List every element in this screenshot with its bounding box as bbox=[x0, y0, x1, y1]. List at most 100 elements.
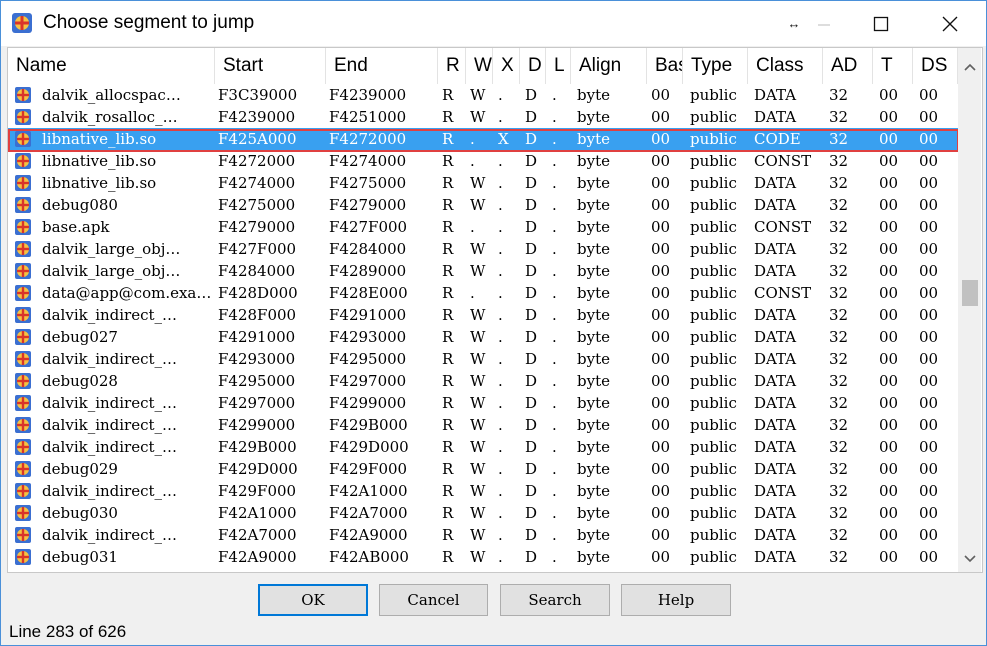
table-row[interactable]: debug027 F4291000 F4293000 R W. D. byte 00 publi… bbox=[8, 326, 958, 348]
table-row[interactable]: dalvik_indirect_… F429B000 F429D000 R W. D. by… bbox=[8, 436, 958, 458]
cell-w: W bbox=[470, 416, 486, 434]
column-header-start[interactable]: Start bbox=[215, 48, 326, 84]
cell-ad: 32 bbox=[829, 372, 849, 390]
table-row[interactable]: dalvik_large_obj… F4284000 F4289000 R W. D. by… bbox=[8, 260, 958, 282]
close-button[interactable] bbox=[927, 1, 973, 46]
ok-button[interactable]: OK bbox=[258, 584, 368, 616]
column-header-bas[interactable]: Bas bbox=[647, 48, 683, 84]
minimize-button[interactable] bbox=[801, 1, 847, 46]
cell-w: . bbox=[470, 284, 475, 302]
cell-class: CODE bbox=[754, 130, 801, 148]
cell-class: DATA bbox=[754, 372, 797, 390]
cell-t: 00 bbox=[879, 218, 899, 236]
cell-w: . bbox=[470, 130, 475, 148]
table-row[interactable]: debug080 F4275000 F4279000 R W. D. byte 00 publi… bbox=[8, 194, 958, 216]
cell-ds: 00 bbox=[919, 284, 939, 302]
cell-align: byte bbox=[577, 174, 610, 192]
segment-icon bbox=[15, 87, 31, 103]
column-header-r[interactable]: R bbox=[438, 48, 466, 84]
search-button[interactable]: Search bbox=[500, 584, 610, 616]
cell-d: D bbox=[525, 306, 538, 324]
minimize-icon bbox=[818, 24, 830, 25]
table-row[interactable]: data@app@com.exa… F428D000 F428E000 R.. D. by… bbox=[8, 282, 958, 304]
table-row[interactable]: debug028 F4295000 F4297000 R W. D. byte 00 publi… bbox=[8, 370, 958, 392]
column-header-w[interactable]: W bbox=[466, 48, 493, 84]
cell-d: D bbox=[525, 108, 538, 126]
segment-icon bbox=[15, 153, 31, 169]
cell-class: CONST bbox=[754, 152, 812, 170]
table-row[interactable]: dalvik_indirect_… F429F000 F42A1000 R W. D. by… bbox=[8, 480, 958, 502]
cell-t: 00 bbox=[879, 262, 899, 280]
cell-name: dalvik_allocspac… bbox=[42, 86, 181, 104]
table-row[interactable]: dalvik_indirect_… F428F000 F4291000 R W. D. by… bbox=[8, 304, 958, 326]
table-row[interactable]: base.apk F4279000 F427F000 R.. D. byte 00 publi… bbox=[8, 216, 958, 238]
cell-d: D bbox=[525, 174, 538, 192]
cell-d: D bbox=[525, 460, 538, 478]
scroll-up-button[interactable] bbox=[958, 56, 981, 78]
cell-class: DATA bbox=[754, 482, 797, 500]
cell-type: public bbox=[690, 240, 737, 258]
cell-bas: 00 bbox=[651, 504, 671, 522]
cell-bas: 00 bbox=[651, 152, 671, 170]
column-header-ad[interactable]: AD bbox=[823, 48, 873, 84]
cell-bas: 00 bbox=[651, 240, 671, 258]
cell-start: F425A000 bbox=[218, 130, 297, 148]
table-row[interactable]: dalvik_allocspac… F3C39000 F4239000 R W. D. by… bbox=[8, 84, 958, 106]
cell-d: D bbox=[525, 86, 538, 104]
column-header-name[interactable]: Name bbox=[8, 48, 215, 84]
cell-start: F4293000 bbox=[218, 350, 296, 368]
cell-x: . bbox=[498, 372, 503, 390]
table-row[interactable]: debug030 F42A1000 F42A7000 R W. D. byte 00 publi… bbox=[8, 502, 958, 524]
table-row[interactable]: libnative_lib.so F4272000 F4274000 R.. D. byt… bbox=[8, 150, 958, 172]
column-header-end[interactable]: End bbox=[326, 48, 438, 84]
table-row[interactable]: libnative_lib.so F4274000 F4275000 R W. D. byt… bbox=[8, 172, 958, 194]
cell-r: R bbox=[442, 130, 454, 148]
table-row[interactable]: libnative_lib.so F425A000 F4272000 R. X D. byt… bbox=[8, 128, 958, 150]
cell-name: base.apk bbox=[42, 218, 110, 236]
segment-table[interactable]: NameStartEndRWXDLAlignBasTypeClassADTDS … bbox=[7, 47, 983, 573]
table-row[interactable]: dalvik_large_obj… F427F000 F4284000 R W. D. by… bbox=[8, 238, 958, 260]
cell-t: 00 bbox=[879, 372, 899, 390]
column-header-class[interactable]: Class bbox=[748, 48, 823, 84]
cell-name: dalvik_large_obj… bbox=[42, 262, 181, 280]
cell-r: R bbox=[442, 218, 454, 236]
cell-ds: 00 bbox=[919, 482, 939, 500]
cell-start: F428D000 bbox=[218, 284, 298, 302]
column-header-align[interactable]: Align bbox=[571, 48, 647, 84]
scroll-thumb[interactable] bbox=[962, 280, 978, 306]
table-row[interactable]: dalvik_indirect_… F4297000 F4299000 R W. D. by… bbox=[8, 392, 958, 414]
cell-d: D bbox=[525, 130, 538, 148]
scroll-down-button[interactable] bbox=[958, 548, 981, 570]
cell-ds: 00 bbox=[919, 108, 939, 126]
cell-l: . bbox=[552, 218, 557, 236]
column-header-d[interactable]: D bbox=[520, 48, 546, 84]
cell-align: byte bbox=[577, 218, 610, 236]
maximize-button[interactable] bbox=[858, 1, 904, 46]
column-header-type[interactable]: Type bbox=[683, 48, 748, 84]
cell-ad: 32 bbox=[829, 152, 849, 170]
cell-ds: 00 bbox=[919, 218, 939, 236]
cell-t: 00 bbox=[879, 174, 899, 192]
table-row[interactable]: dalvik_indirect_… F42A7000 F42A9000 R W. D. by… bbox=[8, 524, 958, 546]
cell-ad: 32 bbox=[829, 438, 849, 456]
column-header-ds[interactable]: DS bbox=[913, 48, 958, 84]
cancel-button[interactable]: Cancel bbox=[379, 584, 488, 616]
cell-t: 00 bbox=[879, 350, 899, 368]
column-header-x[interactable]: X bbox=[493, 48, 520, 84]
column-header-t[interactable]: T bbox=[873, 48, 913, 84]
cell-ds: 00 bbox=[919, 240, 939, 258]
help-button[interactable]: Help bbox=[621, 584, 731, 616]
cell-d: D bbox=[525, 438, 538, 456]
vertical-scrollbar[interactable] bbox=[958, 48, 981, 572]
table-row[interactable]: dalvik_rosalloc_… F4239000 F4251000 R W. D. by… bbox=[8, 106, 958, 128]
cell-l: . bbox=[552, 108, 557, 126]
table-row[interactable]: dalvik_indirect_… F4293000 F4295000 R W. D. by… bbox=[8, 348, 958, 370]
cell-end: F4291000 bbox=[329, 306, 407, 324]
segment-icon bbox=[15, 197, 31, 213]
table-row[interactable]: debug029 F429D000 F429F000 R W. D. byte 00 publi… bbox=[8, 458, 958, 480]
cell-r: R bbox=[442, 196, 454, 214]
cell-x: . bbox=[498, 152, 503, 170]
table-row[interactable]: dalvik_indirect_… F4299000 F429B000 R W. D. by… bbox=[8, 414, 958, 436]
column-header-l[interactable]: L bbox=[546, 48, 571, 84]
table-row[interactable]: debug031 F42A9000 F42AB000 R W. D. byte 00 publi… bbox=[8, 546, 958, 568]
